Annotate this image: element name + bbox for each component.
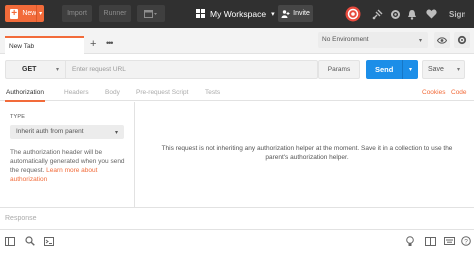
- find-icon[interactable]: [24, 235, 36, 247]
- auth-description: The authorization header will be automat…: [10, 148, 128, 184]
- runner-button[interactable]: Runner: [99, 5, 131, 22]
- runner-label: Runner: [103, 10, 127, 17]
- add-tab-button[interactable]: +: [90, 38, 96, 50]
- tab-tests[interactable]: Tests: [205, 89, 220, 96]
- eye-icon: [437, 36, 447, 44]
- send-label: Send: [375, 65, 394, 74]
- lightbulb-icon[interactable]: [404, 235, 416, 247]
- settings-icon[interactable]: [388, 7, 402, 21]
- method-select[interactable]: GET ▾: [6, 61, 66, 78]
- tab-headers[interactable]: Headers: [64, 89, 89, 96]
- import-label: Import: [67, 10, 87, 17]
- url-input[interactable]: Enter request URL: [72, 66, 126, 73]
- new-window-icon: [144, 9, 157, 18]
- chevron-down-icon: ▾: [418, 38, 422, 44]
- response-pane: Response: [0, 207, 474, 229]
- workspace-switcher[interactable]: My Workspace ▾: [196, 5, 275, 22]
- tab-new-tab[interactable]: New Tab: [5, 36, 84, 54]
- environment-quick-look-button[interactable]: [434, 32, 450, 48]
- chevron-down-icon[interactable]: ▾: [36, 5, 44, 22]
- grid-icon: [196, 9, 205, 18]
- params-label: Params: [327, 66, 351, 73]
- invite-label: Invite: [293, 10, 310, 17]
- request-bar: GET ▾ Enter request URL: [5, 60, 318, 79]
- params-button[interactable]: Params: [318, 60, 360, 79]
- chevron-down-icon[interactable]: ▾: [402, 60, 418, 79]
- panel-divider: [134, 102, 135, 207]
- notification-bell-icon[interactable]: [405, 7, 419, 21]
- save-button[interactable]: Save ▾: [422, 60, 465, 79]
- code-link[interactable]: Code: [451, 89, 467, 96]
- tab-authorization[interactable]: Authorization: [5, 89, 45, 102]
- sync-status-icon[interactable]: [345, 6, 361, 22]
- status-bar: ?: [0, 229, 474, 253]
- environment-selected-label: No Environment: [322, 36, 369, 43]
- send-button[interactable]: Send ▾: [366, 60, 418, 79]
- invite-button[interactable]: Invite: [278, 5, 313, 22]
- chevron-down-icon: ▾: [114, 130, 118, 136]
- chevron-down-icon: ▾: [55, 67, 59, 73]
- plus-icon: +: [10, 7, 19, 19]
- two-pane-view-icon[interactable]: [424, 235, 436, 247]
- request-subtabs: Authorization Headers Body Pre-request S…: [0, 86, 474, 102]
- new-button[interactable]: + New ▾: [5, 5, 44, 22]
- environment-select[interactable]: No Environment ▾: [318, 32, 428, 48]
- import-button[interactable]: Import: [62, 5, 92, 22]
- method-label: GET: [22, 66, 37, 73]
- svg-text:Sign: Sign: [449, 10, 465, 19]
- gear-icon: [457, 35, 467, 45]
- add-user-icon: [281, 9, 290, 18]
- cookies-link[interactable]: Cookies: [422, 89, 445, 96]
- workspace-label: My Workspace: [210, 8, 267, 19]
- response-label: Response: [5, 215, 37, 222]
- auth-type-value: Inherit auth from parent: [16, 128, 84, 135]
- tab-body[interactable]: Body: [105, 89, 120, 96]
- new-label: New: [22, 10, 37, 17]
- console-icon[interactable]: [43, 235, 55, 247]
- auth-message: This request is not inheriting any autho…: [161, 145, 453, 161]
- tab-pre-request-script[interactable]: Pre-request Script: [136, 89, 188, 96]
- chevron-down-icon: ▾: [271, 10, 275, 18]
- tab-more-button[interactable]: •••: [106, 38, 114, 48]
- tab-label: New Tab: [9, 43, 35, 50]
- heart-icon[interactable]: [424, 7, 438, 21]
- chevron-down-icon[interactable]: ▾: [457, 66, 460, 73]
- satellite-icon[interactable]: [370, 7, 384, 21]
- help-icon[interactable]: ?: [460, 235, 472, 247]
- save-label: Save: [428, 66, 444, 73]
- auth-type-label: TYPE: [10, 114, 26, 120]
- new-window-button[interactable]: [137, 5, 165, 22]
- svg-text:?: ?: [464, 239, 468, 246]
- toggle-sidebar-icon[interactable]: [4, 235, 16, 247]
- keyboard-shortcuts-icon[interactable]: [443, 235, 455, 247]
- auth-type-select[interactable]: Inherit auth from parent ▾: [10, 125, 124, 139]
- sign-in-icon[interactable]: Sign: [448, 7, 466, 21]
- manage-environments-button[interactable]: [454, 32, 470, 48]
- top-bar: + New ▾ Import Runner My Workspace ▾ Inv…: [0, 0, 474, 28]
